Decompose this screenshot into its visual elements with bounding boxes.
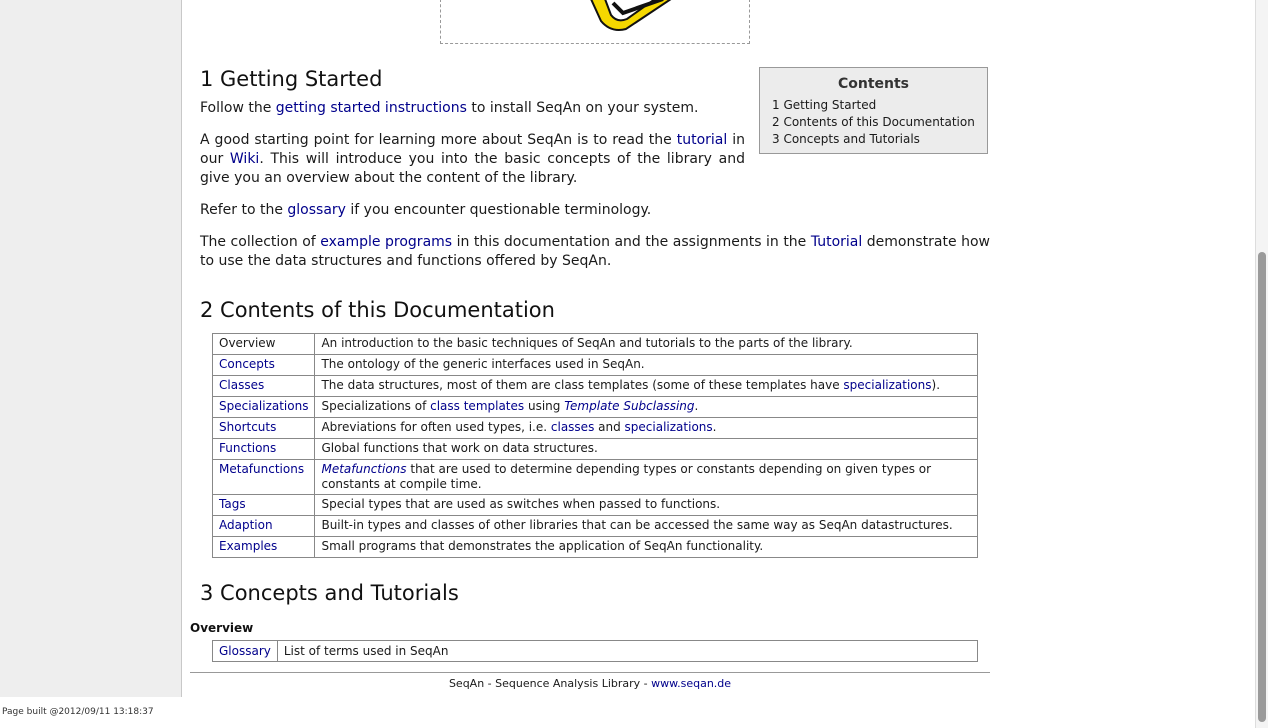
heading-concepts-tutorials: 3 Concepts and Tutorials xyxy=(200,581,459,605)
table-row: Specializations Specializations of class… xyxy=(211,396,978,418)
table-row: Shortcuts Abreviations for often used ty… xyxy=(211,417,978,439)
paragraph-install: Follow the getting started instructions … xyxy=(200,100,699,116)
table-row: Glossary List of terms used in SeqAn xyxy=(212,640,979,662)
link-specializations-inline-2[interactable]: specializations xyxy=(625,420,713,434)
footer: SeqAn - Sequence Analysis Library - www.… xyxy=(448,677,732,690)
row-desc: Global functions that work on data struc… xyxy=(314,438,978,460)
toc-title: Contents xyxy=(837,76,910,92)
left-sidebar xyxy=(0,0,182,697)
row-desc: An introduction to the basic techniques … xyxy=(314,333,978,355)
overview-table: Glossary List of terms used in SeqAn xyxy=(212,640,979,662)
row-key-overview: Overview xyxy=(211,333,316,355)
link-wiki[interactable]: Wiki xyxy=(230,151,259,167)
link-tutorial[interactable]: tutorial xyxy=(677,132,728,148)
table-row: Overview An introduction to the basic te… xyxy=(211,333,978,355)
link-classes-inline[interactable]: classes xyxy=(551,420,594,434)
row-desc: Special types that are used as switches … xyxy=(314,494,978,516)
link-metafunctions[interactable]: Metafunctions xyxy=(219,462,304,476)
paragraph-examples: The collection of example programs in th… xyxy=(200,234,990,269)
paragraph-starting-point: A good starting point for learning more … xyxy=(200,132,745,186)
link-concepts[interactable]: Concepts xyxy=(219,357,275,371)
table-of-contents: Contents 1 Getting Started 2 Contents of… xyxy=(759,67,988,154)
table-row: Functions Global functions that work on … xyxy=(211,438,978,460)
table-row: Classes The data structures, most of the… xyxy=(211,375,978,397)
row-desc: Metafunctions that are used to determine… xyxy=(314,459,978,495)
link-glossary[interactable]: glossary xyxy=(287,202,346,218)
page-built-timestamp: Page built @2012/09/11 13:18:37 xyxy=(2,707,154,717)
link-functions[interactable]: Functions xyxy=(219,441,276,455)
link-metafunctions-inline[interactable]: Metafunctions xyxy=(321,462,406,476)
seqan-logo-icon xyxy=(590,0,672,31)
overview-subheading: Overview xyxy=(190,621,254,635)
link-tags[interactable]: Tags xyxy=(219,497,246,511)
row-desc: The ontology of the generic interfaces u… xyxy=(314,354,978,376)
table-row: Adaption Built-in types and classes of o… xyxy=(211,515,978,537)
toc-item-concepts-tutorials[interactable]: 3 Concepts and Tutorials xyxy=(772,131,975,148)
link-template-subclassing[interactable]: Template Subclassing xyxy=(564,399,694,413)
link-tutorial-2[interactable]: Tutorial xyxy=(811,234,862,250)
heading-getting-started: 1 Getting Started xyxy=(200,67,383,91)
row-desc: List of terms used in SeqAn xyxy=(276,640,979,662)
link-glossary-table[interactable]: Glossary xyxy=(219,644,271,658)
table-row: Metafunctions Metafunctions that are use… xyxy=(211,459,978,495)
scrollbar-thumb[interactable] xyxy=(1258,252,1266,722)
link-specializations-inline[interactable]: specializations xyxy=(843,378,931,392)
row-desc: Small programs that demonstrates the app… xyxy=(314,536,978,558)
link-seqan-website[interactable]: www.seqan.de xyxy=(651,677,731,690)
row-desc: Abreviations for often used types, i.e. … xyxy=(314,417,978,439)
heading-contents-documentation: 2 Contents of this Documentation xyxy=(200,298,555,322)
table-row: Concepts The ontology of the generic int… xyxy=(211,354,978,376)
link-examples[interactable]: Examples xyxy=(219,539,277,553)
footer-divider xyxy=(190,672,990,673)
row-desc: The data structures, most of them are cl… xyxy=(314,375,978,397)
toc-item-getting-started[interactable]: 1 Getting Started xyxy=(772,97,975,114)
link-specializations[interactable]: Specializations xyxy=(219,399,308,413)
documentation-contents-table: Overview An introduction to the basic te… xyxy=(211,333,978,558)
link-shortcuts[interactable]: Shortcuts xyxy=(219,420,276,434)
link-getting-started-instructions[interactable]: getting started instructions xyxy=(276,100,467,116)
toc-item-contents[interactable]: 2 Contents of this Documentation xyxy=(772,114,975,131)
paragraph-glossary: Refer to the glossary if you encounter q… xyxy=(200,202,652,218)
link-classes[interactable]: Classes xyxy=(219,378,264,392)
table-row: Examples Small programs that demonstrate… xyxy=(211,536,978,558)
link-adaption[interactable]: Adaption xyxy=(219,518,273,532)
row-desc: Built-in types and classes of other libr… xyxy=(314,515,978,537)
row-desc: Specializations of class templates using… xyxy=(314,396,978,418)
link-class-templates[interactable]: class templates xyxy=(430,399,524,413)
vertical-scrollbar[interactable] xyxy=(1255,0,1268,728)
seqan-logo-frame xyxy=(440,0,750,44)
link-example-programs[interactable]: example programs xyxy=(320,234,452,250)
table-row: Tags Special types that are used as swit… xyxy=(211,494,978,516)
